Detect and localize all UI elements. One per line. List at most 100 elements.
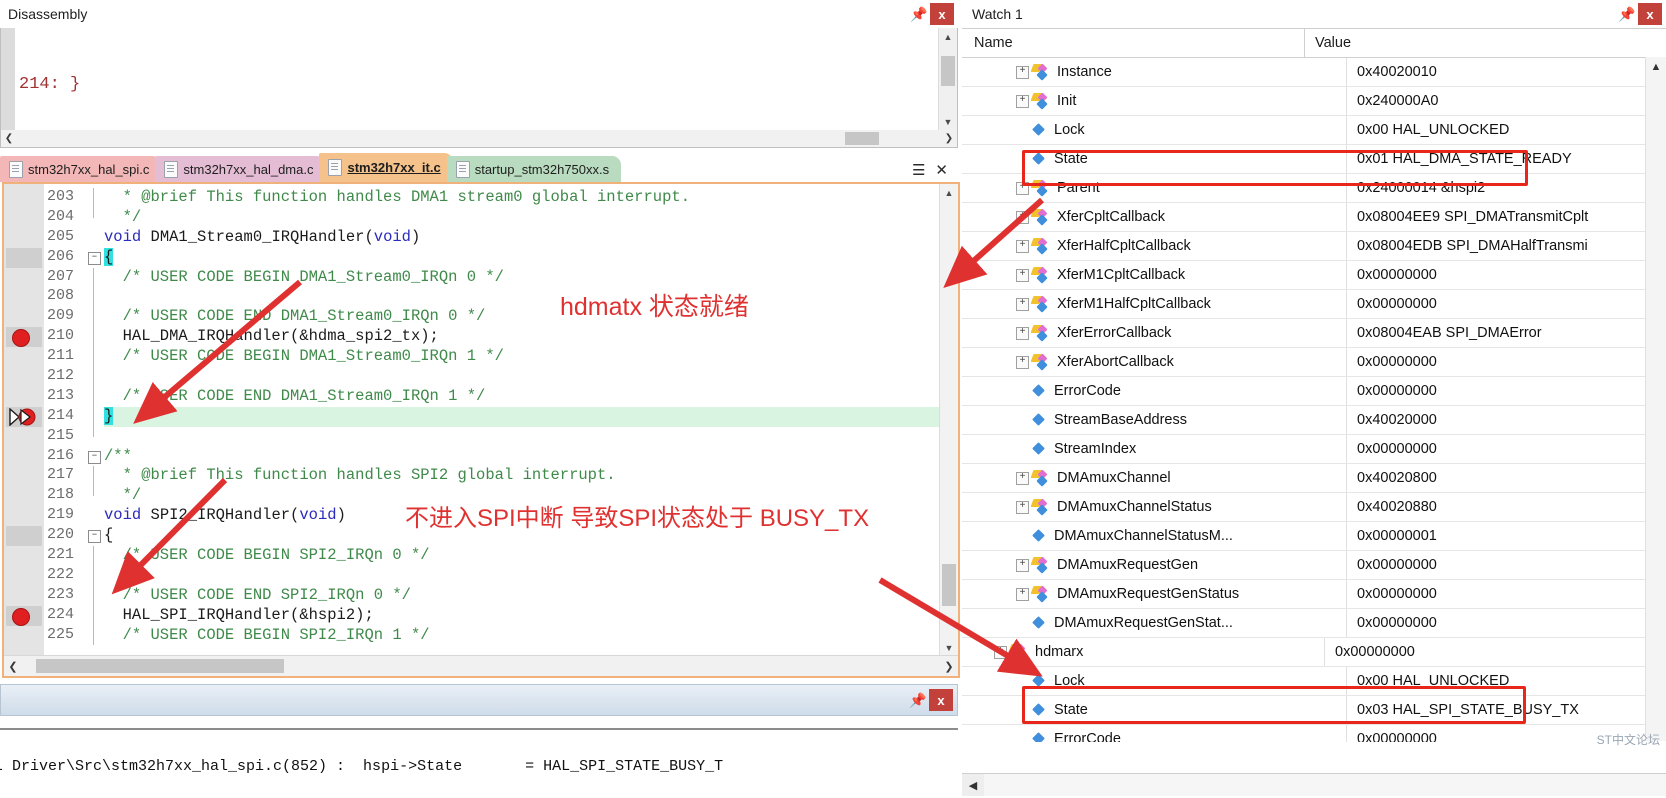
editor-line[interactable]: 225 /* USER CODE BEGIN SPI2_IRQn 1 */	[4, 625, 958, 646]
scroll-up-icon[interactable]: ▲	[939, 28, 957, 45]
scroll-thumb[interactable]	[845, 132, 879, 145]
expand-toggle-icon[interactable]: +	[1016, 94, 1029, 108]
watch-row[interactable]: State 0x01 HAL_DMA_STATE_READY	[962, 145, 1666, 174]
watch-row[interactable]: + XferHalfCpltCallback 0x08004EDB SPI_DMAH…	[962, 232, 1666, 261]
watch-variable-value[interactable]: 0x00000000	[1346, 435, 1666, 463]
editor-line[interactable]: 204 */	[4, 207, 958, 228]
close-icon[interactable]: x	[1638, 3, 1662, 25]
expand-toggle-icon[interactable]: +	[1016, 326, 1029, 340]
tab-startup-stm32h750xx-s[interactable]: startup_stm32h750xx.s	[446, 156, 622, 182]
scroll-thumb[interactable]	[36, 659, 284, 673]
watch-variable-value[interactable]: 0x00000000	[1346, 377, 1666, 405]
watch-variable-value[interactable]: 0x24000014 &hspi2	[1346, 174, 1666, 202]
watch-variable-value[interactable]: 0x08004EAB SPI_DMAError	[1346, 319, 1666, 347]
code-editor[interactable]: 203 * @brief This function handles DMA1 …	[2, 182, 960, 678]
editor-line[interactable]: 205 void DMA1_Stream0_IRQHandler(void)	[4, 228, 958, 248]
watch-row[interactable]: + XferM1CpltCallback 0x00000000	[962, 261, 1666, 290]
scroll-down-icon[interactable]: ▼	[940, 639, 958, 656]
watch-row[interactable]: + XferM1HalfCpltCallback 0x00000000	[962, 290, 1666, 319]
editor-line[interactable]: 221 /* USER CODE BEGIN SPI2_IRQn 0 */	[4, 546, 958, 566]
scroll-left-icon[interactable]: ❮	[1, 130, 17, 147]
scroll-track[interactable]	[984, 774, 1666, 796]
expand-toggle-icon[interactable]: +	[1016, 210, 1029, 224]
editor-line[interactable]: 217 * @brief This function handles SPI2 …	[4, 466, 958, 487]
watch-variable-value[interactable]: 0x00 HAL_UNLOCKED	[1346, 667, 1666, 695]
editor-line[interactable]: 210 HAL_DMA_IRQHandler(&hdma_spi2_tx);	[4, 327, 958, 348]
watch-row[interactable]: + DMAmuxChannel 0x40020800	[962, 464, 1666, 493]
expand-toggle-icon[interactable]: +	[1016, 355, 1029, 369]
expand-toggle-icon[interactable]: +	[1016, 65, 1029, 79]
watch-variable-value[interactable]: 0x40020010	[1346, 58, 1666, 86]
editor-line[interactable]: 206−{	[4, 247, 958, 268]
tab-stm32h7xx-hal-spi-c[interactable]: stm32h7xx_hal_spi.c	[0, 156, 162, 182]
editor-line[interactable]: 209 /* USER CODE END DMA1_Stream0_IRQn 0…	[4, 307, 958, 328]
pin-icon[interactable]: 📌	[908, 3, 930, 25]
watch-variable-value[interactable]: 0x00000000	[1346, 348, 1666, 376]
editor-line[interactable]: 222	[4, 565, 958, 586]
watch-row[interactable]: + DMAmuxChannelStatus 0x40020880	[962, 493, 1666, 522]
watch-variable-value[interactable]: 0x240000A0	[1346, 87, 1666, 115]
watch-variable-value[interactable]: 0x00000000	[1346, 290, 1666, 318]
watch-variable-value[interactable]: 0x40020000	[1346, 406, 1666, 434]
tab-stm32h7xx-hal-dma-c[interactable]: stm32h7xx_hal_dma.c	[155, 156, 326, 182]
breakpoint-icon[interactable]	[12, 607, 30, 626]
editor-line[interactable]: 224 HAL_SPI_IRQHandler(&hspi2);	[4, 605, 958, 626]
watch-vscrollbar[interactable]: ▲	[1645, 57, 1666, 741]
watch-row[interactable]: State 0x03 HAL_SPI_STATE_BUSY_TX	[962, 696, 1666, 725]
expand-toggle-icon[interactable]: +	[994, 645, 1007, 659]
editor-vscrollbar[interactable]: ▲ ▼	[939, 184, 958, 676]
watch-row[interactable]: + XferErrorCallback 0x08004EAB SPI_DMAErro…	[962, 319, 1666, 348]
watch-variable-value[interactable]: 0x00000000	[1346, 725, 1666, 742]
watch-row[interactable]: + Init 0x240000A0	[962, 87, 1666, 116]
editor-line[interactable]: 218 */	[4, 486, 958, 506]
expand-toggle-icon[interactable]: +	[1016, 268, 1029, 282]
watch-row[interactable]: StreamBaseAddress 0x40020000	[962, 406, 1666, 435]
scroll-left-icon[interactable]: ◀	[962, 774, 984, 796]
close-icon[interactable]: ✕	[935, 161, 948, 179]
editor-line[interactable]: 213 /* USER CODE END DMA1_Stream0_IRQn 1…	[4, 386, 958, 407]
fold-toggle-icon[interactable]: −	[88, 450, 101, 464]
editor-line[interactable]: 216−/**	[4, 447, 958, 467]
expand-toggle-icon[interactable]: +	[1016, 181, 1029, 195]
watch-variable-value[interactable]: 0x08004EE9 SPI_DMATransmitCplt	[1346, 203, 1666, 231]
watch-variable-value[interactable]: 0x40020880	[1346, 493, 1666, 521]
scroll-right-icon[interactable]: ❯	[941, 130, 957, 147]
editor-line[interactable]: 219 void SPI2_IRQHandler(void)	[4, 506, 958, 526]
watch-variable-value[interactable]: 0x40020800	[1346, 464, 1666, 492]
watch-row[interactable]: Lock 0x00 HAL_UNLOCKED	[962, 116, 1666, 145]
watch-row[interactable]: + Instance 0x40020010	[962, 58, 1666, 87]
watch-hscrollbar[interactable]: ◀	[962, 773, 1666, 796]
scroll-thumb[interactable]	[942, 564, 956, 606]
watch-variable-value[interactable]: 0x00 HAL_UNLOCKED	[1346, 116, 1666, 144]
watch-row[interactable]: ErrorCode 0x00000000	[962, 377, 1666, 406]
fold-toggle-icon[interactable]: −	[88, 251, 101, 265]
watch-row[interactable]: + DMAmuxRequestGenStatus 0x00000000	[962, 580, 1666, 609]
expand-toggle-icon[interactable]: +	[1016, 500, 1029, 514]
watch-row[interactable]: ErrorCode 0x00000000	[962, 725, 1666, 742]
scroll-right-icon[interactable]: ❯	[940, 656, 958, 676]
watch-variable-value[interactable]: 0x00000000	[1324, 638, 1666, 666]
pin-icon[interactable]: 📌	[907, 689, 929, 711]
watch-variable-value[interactable]: 0x00000000	[1346, 261, 1666, 289]
watch-variable-value[interactable]: 0x01 HAL_DMA_STATE_READY	[1346, 145, 1666, 173]
watch-variable-value[interactable]: 0x08004EDB SPI_DMAHalfTransmi	[1346, 232, 1666, 260]
expand-toggle-icon[interactable]: +	[1016, 297, 1029, 311]
editor-line[interactable]: 211 /* USER CODE BEGIN DMA1_Stream0_IRQn…	[4, 347, 958, 368]
pin-icon[interactable]: 📌	[1616, 3, 1638, 25]
disassembly-hscrollbar[interactable]: ❮ ❯	[0, 130, 958, 148]
editor-line[interactable]: 223 /* USER CODE END SPI2_IRQn 0 */	[4, 585, 958, 606]
editor-line[interactable]: 214}	[4, 406, 958, 427]
watch-variable-value[interactable]: 0x00000001	[1346, 522, 1666, 550]
watch-variable-value[interactable]: 0x00000000	[1346, 609, 1666, 637]
editor-line[interactable]: 208	[4, 287, 958, 308]
watch-variable-value[interactable]: 0x00000000	[1346, 551, 1666, 579]
editor-line[interactable]: 215	[4, 426, 958, 447]
editor-line[interactable]: 207 /* USER CODE BEGIN DMA1_Stream0_IRQn…	[4, 267, 958, 288]
watch-row[interactable]: + DMAmuxRequestGen 0x00000000	[962, 551, 1666, 580]
expand-toggle-icon[interactable]: +	[1016, 239, 1029, 253]
editor-hscrollbar[interactable]: ❮ ❯	[4, 655, 958, 676]
tab-stm32h7xx-it-c[interactable]: stm32h7xx_it.c	[319, 153, 453, 182]
watch-variable-value[interactable]: 0x00000000	[1346, 580, 1666, 608]
watch-variable-value[interactable]: 0x03 HAL_SPI_STATE_BUSY_TX	[1346, 696, 1666, 724]
close-icon[interactable]: x	[930, 3, 954, 25]
